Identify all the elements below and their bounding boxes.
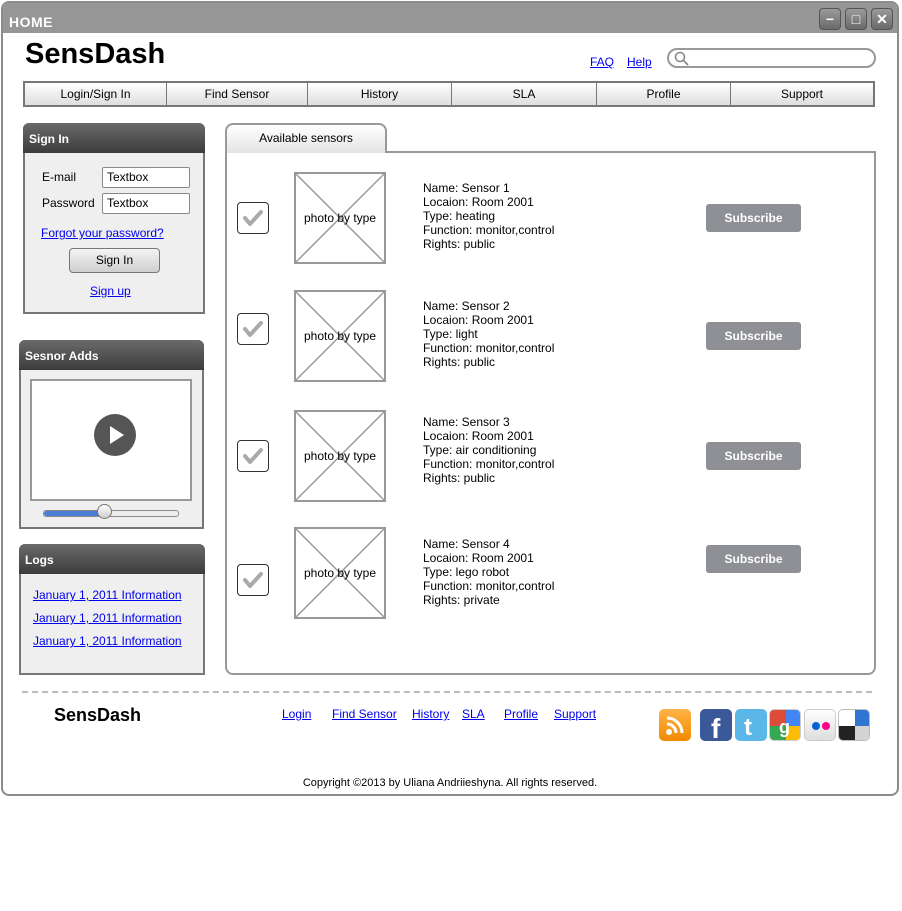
window-title: HOME bbox=[9, 14, 53, 30]
twitter-icon[interactable]: t bbox=[735, 709, 767, 741]
ads-title: Sesnor Adds bbox=[19, 340, 204, 370]
sensor-rights: Rights: public bbox=[423, 355, 496, 369]
footer-brand: SensDash bbox=[54, 705, 142, 725]
footer-link-find-sensor[interactable]: Find Sensor bbox=[332, 707, 397, 721]
main-nav: Login/Sign In Find Sensor History SLA Pr… bbox=[23, 81, 875, 107]
maximize-icon[interactable]: □ bbox=[845, 8, 867, 30]
sensor-function: Function: monitor,control bbox=[423, 223, 555, 237]
sensor-function: Function: monitor,control bbox=[423, 341, 555, 355]
search-input[interactable] bbox=[667, 48, 876, 68]
footer-link-profile[interactable]: Profile bbox=[504, 707, 538, 721]
footer-link-support[interactable]: Support bbox=[554, 707, 596, 721]
svg-text:f: f bbox=[711, 713, 721, 741]
sensor-location: Locaion: Room 2001 bbox=[423, 313, 534, 327]
sensor-info: Name: Sensor 1 Locaion: Room 2001 Type: he… bbox=[423, 181, 554, 251]
forgot-password-link[interactable]: Forgot your password? bbox=[41, 226, 164, 240]
signup-link[interactable]: Sign up bbox=[90, 284, 131, 298]
google-icon[interactable]: g bbox=[769, 709, 801, 741]
nav-find-sensor[interactable]: Find Sensor bbox=[167, 83, 308, 105]
close-icon[interactable]: ✕ bbox=[871, 8, 893, 30]
svg-text:g: g bbox=[779, 717, 790, 737]
signin-button[interactable]: Sign In bbox=[69, 248, 160, 273]
signin-title: Sign In bbox=[23, 123, 205, 153]
photo-label: photo by type bbox=[303, 329, 377, 343]
subscribe-button[interactable]: Subscribe bbox=[706, 545, 801, 573]
nav-profile[interactable]: Profile bbox=[597, 83, 731, 105]
sensor-name: Name: Sensor 4 bbox=[423, 537, 510, 551]
sensor-rights: Rights: private bbox=[423, 593, 500, 607]
sensor-info: Name: Sensor 4 Locaion: Room 2001 Type: le… bbox=[423, 537, 554, 607]
delicious-icon[interactable] bbox=[838, 709, 870, 741]
email-label: E-mail bbox=[42, 170, 77, 184]
sensor-type: Type: lego robot bbox=[423, 565, 510, 579]
nav-support[interactable]: Support bbox=[731, 83, 873, 105]
nav-sla[interactable]: SLA bbox=[452, 83, 597, 105]
sensor-photo: photo by type bbox=[294, 410, 386, 502]
sensor-name: Name: Sensor 2 bbox=[423, 299, 510, 313]
site-brand: SensDash bbox=[25, 38, 166, 70]
checkmark-icon bbox=[243, 321, 263, 337]
sensor-rights: Rights: public bbox=[423, 471, 496, 485]
sensor-photo: photo by type bbox=[294, 290, 386, 382]
sensor-function: Function: monitor,control bbox=[423, 457, 555, 471]
sensor-type: Type: air conditioning bbox=[423, 443, 537, 457]
footer-link-login[interactable]: Login bbox=[282, 707, 311, 721]
nav-history[interactable]: History bbox=[308, 83, 452, 105]
video-player[interactable] bbox=[30, 379, 192, 501]
footer-divider bbox=[22, 691, 872, 693]
photo-label: photo by type bbox=[303, 566, 377, 580]
rss-icon[interactable] bbox=[659, 709, 691, 741]
checkmark-icon bbox=[243, 448, 263, 464]
sensor-checkbox[interactable] bbox=[237, 440, 269, 472]
subscribe-button[interactable]: Subscribe bbox=[706, 442, 801, 470]
sensor-name: Name: Sensor 1 bbox=[423, 181, 510, 195]
sensor-location: Locaion: Room 2001 bbox=[423, 551, 534, 565]
photo-label: photo by type bbox=[303, 211, 377, 225]
subscribe-button[interactable]: Subscribe bbox=[706, 204, 801, 232]
title-bar: HOME − □ ✕ bbox=[3, 3, 897, 33]
sensor-info: Name: Sensor 3 Locaion: Room 2001 Type: ai… bbox=[423, 415, 554, 485]
logs-title: Logs bbox=[19, 544, 205, 574]
email-field[interactable]: Textbox bbox=[102, 167, 190, 188]
sensor-location: Locaion: Room 2001 bbox=[423, 429, 534, 443]
password-field[interactable]: Textbox bbox=[102, 193, 190, 214]
sensor-checkbox[interactable] bbox=[237, 564, 269, 596]
log-item[interactable]: January 1, 2011 Information bbox=[33, 611, 182, 625]
password-label: Password bbox=[42, 196, 95, 210]
search-icon bbox=[674, 51, 689, 66]
copyright: Copyright ©2013 by Uliana Andriieshyna. … bbox=[302, 777, 598, 789]
sensor-info: Name: Sensor 2 Locaion: Room 2001 Type: li… bbox=[423, 299, 554, 369]
nav-login[interactable]: Login/Sign In bbox=[25, 83, 167, 105]
video-progress-fill bbox=[44, 511, 105, 516]
sensor-type: Type: light bbox=[423, 327, 478, 341]
play-icon[interactable] bbox=[93, 413, 137, 457]
sensor-function: Function: monitor,control bbox=[423, 579, 555, 593]
sensor-rights: Rights: public bbox=[423, 237, 496, 251]
footer-link-history[interactable]: History bbox=[412, 707, 449, 721]
checkmark-icon bbox=[243, 210, 263, 226]
sensor-checkbox[interactable] bbox=[237, 202, 269, 234]
photo-label: photo by type bbox=[303, 449, 377, 463]
log-item[interactable]: January 1, 2011 Information bbox=[33, 634, 182, 648]
sensor-location: Locaion: Room 2001 bbox=[423, 195, 534, 209]
subscribe-button[interactable]: Subscribe bbox=[706, 322, 801, 350]
sensor-checkbox[interactable] bbox=[237, 313, 269, 345]
help-link[interactable]: Help bbox=[627, 55, 652, 69]
footer-link-sla[interactable]: SLA bbox=[462, 707, 485, 721]
tab-available-sensors[interactable]: Available sensors bbox=[225, 123, 387, 153]
svg-text:t: t bbox=[744, 714, 752, 741]
sensor-photo: photo by type bbox=[294, 527, 386, 619]
sensor-type: Type: heating bbox=[423, 209, 496, 223]
logs-panel: Logs bbox=[19, 544, 205, 675]
facebook-icon[interactable]: f bbox=[700, 709, 732, 744]
sensor-photo: photo by type bbox=[294, 172, 386, 264]
faq-link[interactable]: FAQ bbox=[590, 55, 614, 69]
log-item[interactable]: January 1, 2011 Information bbox=[33, 588, 182, 602]
sensor-name: Name: Sensor 3 bbox=[423, 415, 510, 429]
minimize-icon[interactable]: − bbox=[819, 8, 841, 30]
checkmark-icon bbox=[243, 572, 263, 588]
flickr-icon[interactable] bbox=[804, 709, 836, 741]
